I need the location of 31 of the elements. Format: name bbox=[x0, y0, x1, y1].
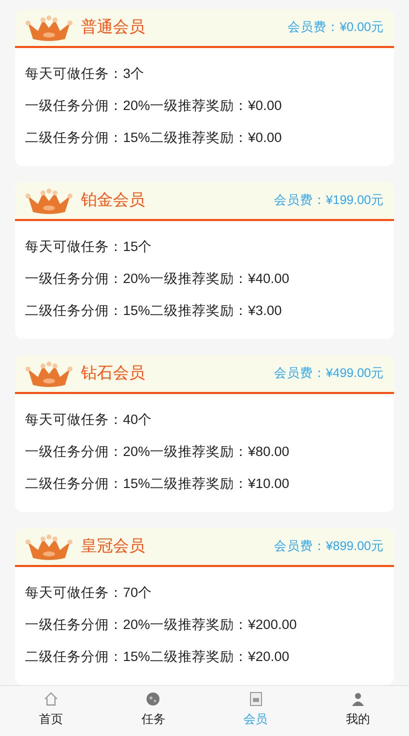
benefit-text: 每天可做任务：3个 bbox=[25, 65, 146, 83]
benefit-text: 每天可做任务：40个 bbox=[25, 411, 154, 429]
member-fee: 会员费：¥0.00元 bbox=[288, 19, 384, 36]
level-name: 普通会员 bbox=[81, 17, 145, 38]
benefit-text: 一级任务分佣：20%一级推荐奖励：¥200.00 bbox=[25, 616, 298, 634]
document-icon bbox=[248, 692, 263, 706]
tab-button[interactable]: 我的 bbox=[306, 686, 409, 736]
benefit-text: 二级任务分佣：15%二级推荐奖励：¥3.00 bbox=[25, 302, 283, 320]
crown-icon bbox=[25, 14, 73, 40]
level-name: 铂金会员 bbox=[81, 190, 145, 210]
crown-icon bbox=[25, 188, 73, 214]
benefit-text: 一级任务分佣：20%一级推荐奖励：¥40.00 bbox=[25, 270, 290, 288]
tab-button[interactable]: 任务 bbox=[102, 686, 204, 736]
benefit-text: 二级任务分佣：15%二级推荐奖励：¥10.00 bbox=[25, 475, 290, 493]
benefit-text: 二级任务分佣：15%二级推荐奖励：¥20.00 bbox=[25, 648, 290, 666]
crown-icon bbox=[25, 534, 73, 560]
member-fee: 会员费：¥199.00元 bbox=[274, 192, 384, 210]
member-fee: 会员费：¥899.00元 bbox=[274, 538, 384, 556]
benefit-text: 每天可做任务：15个 bbox=[25, 238, 154, 256]
crown-icon bbox=[25, 360, 73, 386]
level-name: 皇冠会员 bbox=[81, 536, 145, 556]
benefit-text: 一级任务分佣：20%一级推荐奖励：¥80.00 bbox=[25, 443, 290, 461]
globe-icon bbox=[146, 692, 160, 706]
benefit-text: 二级任务分佣：15%二级推荐奖励：¥0.00 bbox=[25, 129, 283, 147]
member-fee: 会员费：¥499.00元 bbox=[274, 365, 384, 382]
user-icon bbox=[350, 692, 365, 706]
level-name: 钻石会员 bbox=[81, 364, 145, 384]
tab-button[interactable]: 首页 bbox=[0, 686, 102, 736]
benefit-text: 每天可做任务：70个 bbox=[25, 584, 154, 602]
benefit-text: 一级任务分佣：20%一级推荐奖励：¥0.00 bbox=[25, 97, 283, 115]
home-icon bbox=[44, 692, 58, 706]
